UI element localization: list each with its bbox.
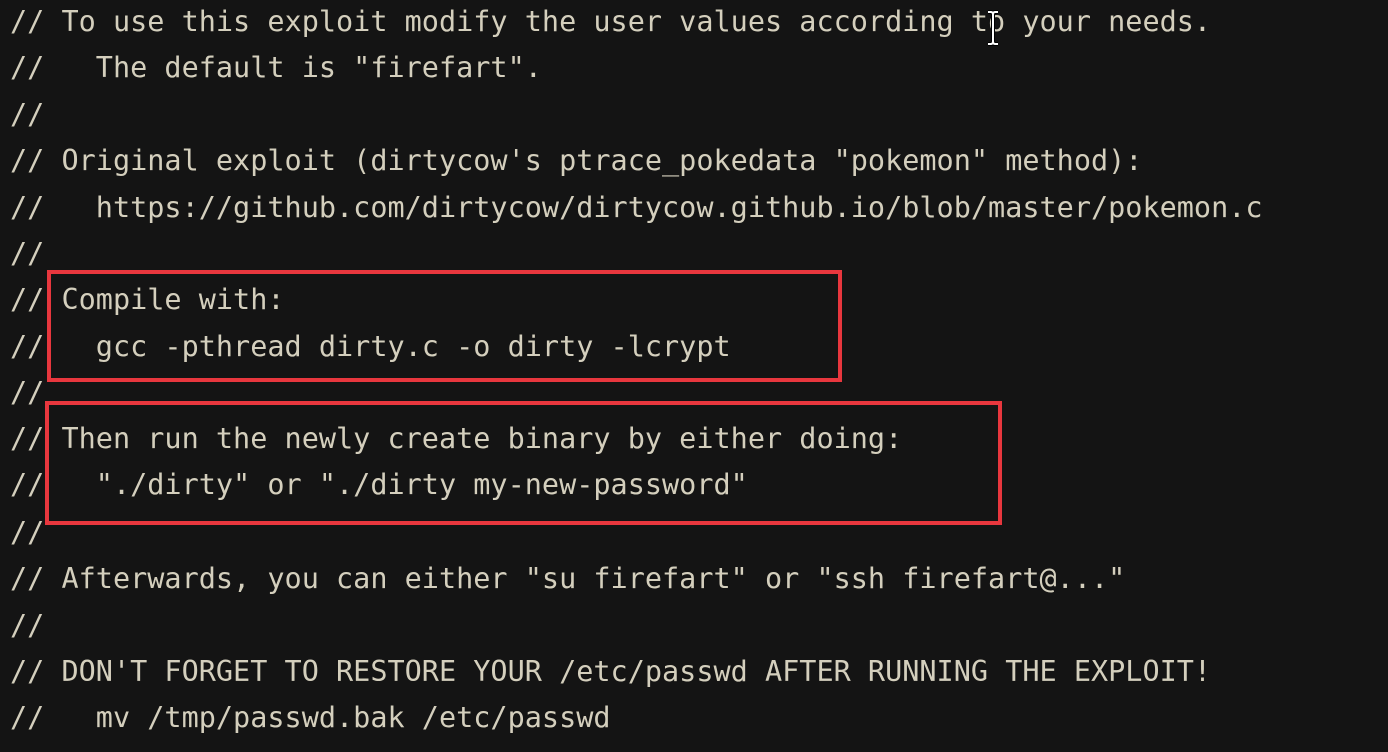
code-line: // <box>10 98 45 131</box>
code-editor[interactable]: // To use this exploit modify the user v… <box>0 0 1388 752</box>
code-line: // To use this exploit modify the user v… <box>10 5 1212 38</box>
highlight-box-compile <box>47 270 842 382</box>
code-line: // <box>10 376 45 409</box>
code-line: // https://github.com/dirtycow/dirtycow.… <box>10 191 1263 224</box>
code-line: // <box>10 609 45 642</box>
code-line: // Original exploit (dirtycow's ptrace_p… <box>10 144 1143 177</box>
code-line: // <box>10 237 45 270</box>
code-line: // Afterwards, you can either "su firefa… <box>10 562 1126 595</box>
code-line: // DON'T FORGET TO RESTORE YOUR /etc/pas… <box>10 655 1212 688</box>
code-line: // <box>10 516 45 549</box>
code-line: // The default is "firefart". <box>10 51 542 84</box>
code-line: // mv /tmp/passwd.bak /etc/passwd <box>10 701 611 734</box>
highlight-box-run <box>45 401 1002 525</box>
text-ibeam-cursor-icon <box>988 10 998 46</box>
